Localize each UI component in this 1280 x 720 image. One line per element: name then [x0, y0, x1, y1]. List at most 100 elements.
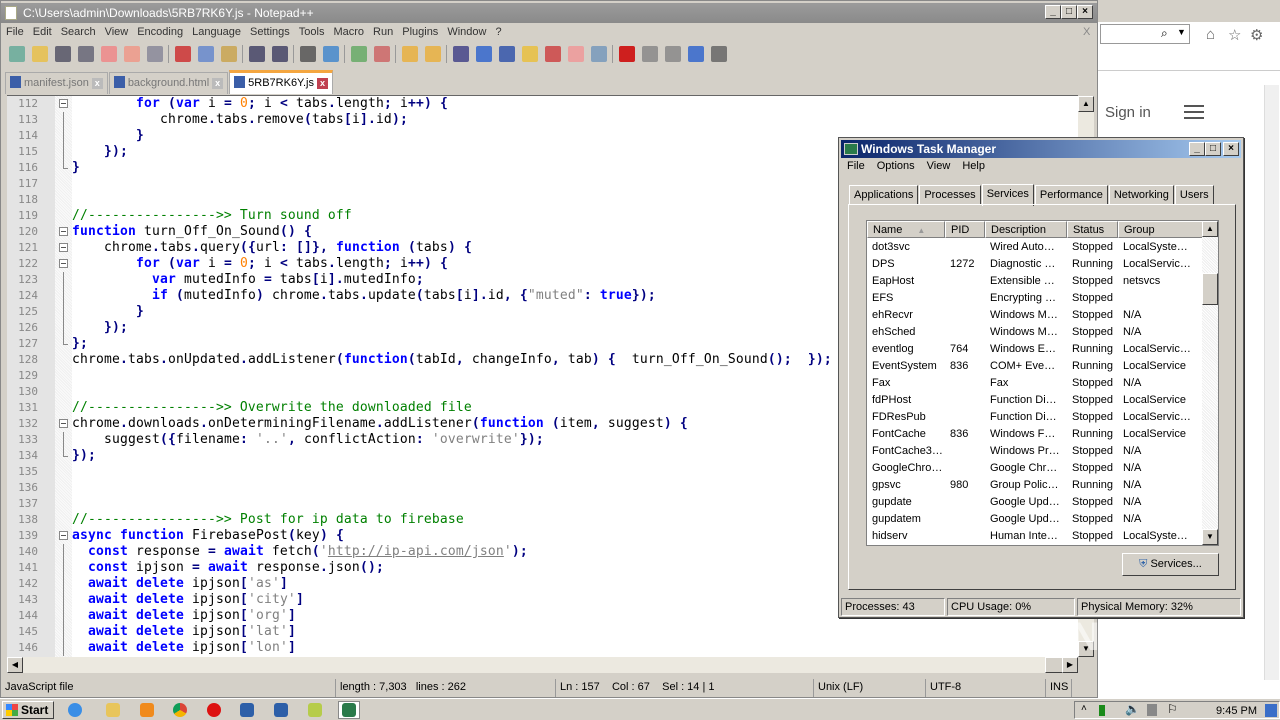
- service-row[interactable]: FDResPub Function Di… Stopped LocalServic…: [867, 409, 1203, 426]
- browser-scrollbar[interactable]: [1264, 85, 1279, 680]
- service-row[interactable]: eventlog 764 Windows E… Running LocalServic…: [867, 341, 1203, 358]
- encoding[interactable]: UTF-8: [926, 679, 1046, 697]
- powershell-ise-icon[interactable]: [270, 701, 292, 719]
- doc-map-icon[interactable]: [522, 46, 538, 62]
- fold-toggle-icon[interactable]: [59, 240, 68, 256]
- service-row[interactable]: ehRecvr Windows M… Stopped N/A: [867, 307, 1203, 324]
- play-macro-icon[interactable]: [665, 46, 681, 62]
- service-row[interactable]: Fax Fax Stopped N/A: [867, 375, 1203, 392]
- network-icon[interactable]: [1099, 705, 1105, 716]
- stop-record-icon[interactable]: [642, 46, 658, 62]
- menu-[interactable]: ?: [490, 24, 505, 38]
- run-macro-multiple-icon[interactable]: [688, 46, 704, 62]
- function-list-icon[interactable]: [545, 46, 561, 62]
- maximize-button[interactable]: □: [1061, 5, 1077, 19]
- service-row[interactable]: DPS 1272 Diagnostic … Running LocalServic…: [867, 256, 1203, 273]
- tab-networking[interactable]: Networking: [1108, 185, 1174, 204]
- service-row[interactable]: fdPHost Function Di… Stopped LocalService: [867, 392, 1203, 409]
- menu-view[interactable]: View: [921, 160, 957, 172]
- service-row[interactable]: GoogleChro… Google Chr… Stopped N/A: [867, 460, 1203, 477]
- scroll-thumb[interactable]: [1202, 273, 1218, 305]
- menu-edit[interactable]: Edit: [28, 24, 56, 38]
- column-header-status[interactable]: Status: [1067, 221, 1118, 238]
- tab-applications[interactable]: Applications: [849, 185, 919, 204]
- menu-macro[interactable]: Macro: [328, 24, 368, 38]
- menu-encoding[interactable]: Encoding: [132, 24, 187, 38]
- services-list[interactable]: Name ▲ PID Description Status Group dot3svc W…: [866, 220, 1219, 546]
- copy-icon[interactable]: [198, 46, 214, 62]
- find-icon[interactable]: [300, 46, 316, 62]
- scroll-left-arrow[interactable]: ◀: [7, 657, 23, 673]
- tab-services[interactable]: Services: [981, 184, 1034, 206]
- close-button[interactable]: ×: [1077, 5, 1093, 19]
- zoom-out-icon[interactable]: [374, 46, 390, 62]
- menu-help[interactable]: Help: [956, 160, 991, 172]
- column-header-pid[interactable]: PID: [945, 221, 985, 238]
- service-row[interactable]: EventSystem 836 COM+ Eve… Running LocalServi…: [867, 358, 1203, 375]
- service-row[interactable]: FontCache 836 Windows F… Running LocalServic…: [867, 426, 1203, 443]
- paste-icon[interactable]: [221, 46, 237, 62]
- service-row[interactable]: EapHost Extensible … Stopped netsvcs: [867, 273, 1203, 290]
- explorer-icon[interactable]: [102, 701, 124, 719]
- scroll-down-arrow[interactable]: ▼: [1202, 529, 1218, 545]
- scroll-up-arrow[interactable]: ▲: [1078, 96, 1094, 112]
- fold-toggle-icon[interactable]: [59, 256, 68, 272]
- task-manager-taskbar-icon[interactable]: [338, 701, 360, 719]
- menu-plugins[interactable]: Plugins: [397, 24, 442, 38]
- column-header-description[interactable]: Description: [985, 221, 1067, 238]
- fold-toggle-icon[interactable]: [59, 416, 68, 432]
- close-all-icon[interactable]: [124, 46, 140, 62]
- scroll-up-arrow[interactable]: ▲: [1202, 221, 1218, 237]
- monitor-icon[interactable]: [591, 46, 607, 62]
- service-row[interactable]: gupdate Google Upd… Stopped N/A: [867, 494, 1203, 511]
- eol-format[interactable]: Unix (LF): [814, 679, 926, 697]
- browser-search-box[interactable]: ⌕ ▼: [1100, 24, 1190, 44]
- horizontal-scrollbar[interactable]: ◀ ▶: [7, 657, 1078, 673]
- indent-guide-icon[interactable]: [499, 46, 515, 62]
- sign-in-link[interactable]: Sign in: [1105, 104, 1151, 121]
- zoom-in-icon[interactable]: [351, 46, 367, 62]
- chrome-icon[interactable]: [169, 701, 191, 719]
- all-chars-icon[interactable]: [476, 46, 492, 62]
- media-player-icon[interactable]: [136, 701, 158, 719]
- home-icon[interactable]: ⌂: [1206, 26, 1215, 43]
- power-icon[interactable]: [1147, 704, 1157, 716]
- menu-settings[interactable]: Settings: [245, 24, 294, 38]
- code-line[interactable]: 112 for (var i = 0; i < tabs.length; i++…: [7, 96, 1078, 112]
- menu-search[interactable]: Search: [56, 24, 100, 38]
- service-row[interactable]: EFS Encrypting … Stopped: [867, 290, 1203, 307]
- tab-5rb7rk6y-js[interactable]: 5RB7RK6Y.js x: [229, 70, 333, 94]
- start-button[interactable]: Start: [2, 701, 54, 719]
- save-icon[interactable]: [55, 46, 71, 62]
- services-button[interactable]: ⛨ Services...: [1122, 553, 1219, 576]
- powershell-icon[interactable]: [236, 701, 258, 719]
- service-row[interactable]: FontCache3… Windows Pr… Stopped N/A: [867, 443, 1203, 460]
- column-header-group[interactable]: Group: [1118, 221, 1203, 238]
- cut-icon[interactable]: [175, 46, 191, 62]
- close-icon[interactable]: [101, 46, 117, 62]
- redo-icon[interactable]: [272, 46, 288, 62]
- fold-toggle-icon[interactable]: [59, 528, 68, 544]
- menu-options[interactable]: Options: [871, 160, 921, 172]
- fold-toggle-icon[interactable]: [59, 224, 68, 240]
- new-icon[interactable]: [9, 46, 25, 62]
- service-row[interactable]: ehSched Windows M… Stopped N/A: [867, 324, 1203, 341]
- minimize-button[interactable]: _: [1189, 142, 1205, 156]
- close-tab-icon[interactable]: x: [316, 78, 328, 89]
- flag-icon[interactable]: ⚐: [1167, 702, 1178, 716]
- tab-performance[interactable]: Performance: [1034, 185, 1108, 204]
- close-tab-icon[interactable]: x: [212, 78, 224, 89]
- tab-manifest-json[interactable]: manifest.json x: [5, 72, 108, 94]
- tab-users[interactable]: Users: [1174, 185, 1214, 204]
- menu-tools[interactable]: Tools: [294, 24, 329, 38]
- code-line[interactable]: 146 await delete ipjson['lon']: [7, 640, 1078, 656]
- search-icon[interactable]: ⌕: [1161, 26, 1168, 41]
- close-tab-icon[interactable]: x: [91, 78, 103, 89]
- star-icon[interactable]: ☆: [1228, 26, 1241, 44]
- menu-language[interactable]: Language: [187, 24, 245, 38]
- wrap-icon[interactable]: [453, 46, 469, 62]
- fold-toggle-icon[interactable]: [59, 96, 68, 112]
- sync-h-icon[interactable]: [425, 46, 441, 62]
- menu-file[interactable]: File: [1, 24, 28, 38]
- open-icon[interactable]: [32, 46, 48, 62]
